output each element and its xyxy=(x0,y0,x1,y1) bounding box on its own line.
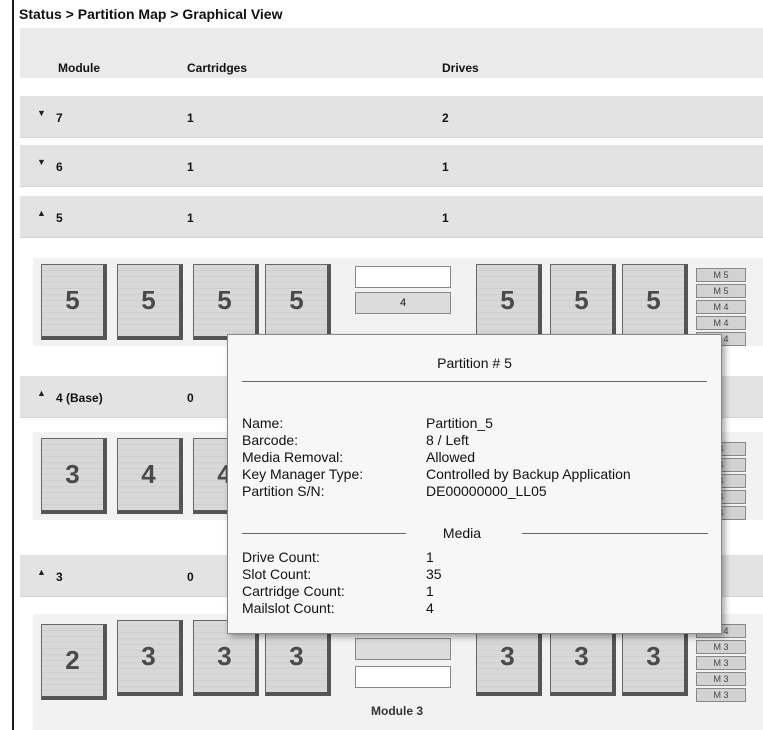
column-cartridges: Cartridges xyxy=(187,61,248,75)
mailslot[interactable]: M 4 xyxy=(696,300,746,314)
magazine[interactable]: 5 xyxy=(550,264,616,340)
magazine[interactable]: 5 xyxy=(193,264,259,340)
magazine[interactable]: 5 xyxy=(117,264,183,340)
module-number: 4 (Base) xyxy=(56,391,103,405)
drives-count: 1 xyxy=(442,160,449,174)
left-frame-border xyxy=(12,0,14,730)
module-row-6[interactable]: ▼ 6 1 1 xyxy=(20,145,763,187)
expand-triangle-icon[interactable]: ▼ xyxy=(37,157,46,167)
module-number: 6 xyxy=(56,160,63,174)
mailslot[interactable]: M 5 xyxy=(696,284,746,298)
magazine[interactable]: 2 xyxy=(41,624,107,700)
collapse-triangle-icon[interactable]: ▲ xyxy=(37,208,46,218)
mailslot[interactable]: M 3 xyxy=(696,688,746,702)
drives-count: 1 xyxy=(442,211,449,225)
magazine[interactable]: 3 xyxy=(117,620,183,696)
cartridges-count: 0 xyxy=(187,570,194,584)
cartridges-count: 1 xyxy=(187,211,194,225)
magazine[interactable]: 4 xyxy=(117,438,183,514)
cartridges-count: 1 xyxy=(187,160,194,174)
drive-slot[interactable] xyxy=(355,638,451,660)
cartridges-count: 1 xyxy=(187,111,194,125)
breadcrumb: Status > Partition Map > Graphical View xyxy=(19,6,283,22)
mailslot[interactable]: M 3 xyxy=(696,640,746,654)
expand-triangle-icon[interactable]: ▼ xyxy=(37,108,46,118)
module-row-7[interactable]: ▼ 7 1 2 xyxy=(20,96,763,138)
module-number: 7 xyxy=(56,111,63,125)
magazine[interactable]: 5 xyxy=(476,264,542,340)
magazine[interactable]: 3 xyxy=(41,438,107,514)
module-row-5[interactable]: ▲ 5 1 1 xyxy=(20,196,763,238)
media-section-title: Media xyxy=(442,525,482,541)
magazine[interactable]: 5 xyxy=(622,264,688,340)
mailslot[interactable]: M 5 xyxy=(696,268,746,282)
cartridges-count: 0 xyxy=(187,391,194,405)
drive-slot[interactable]: 4 xyxy=(355,292,451,314)
module-label: Module 3 xyxy=(371,704,424,718)
module-number: 5 xyxy=(56,211,63,225)
drives-count: 2 xyxy=(442,111,449,125)
mailslot[interactable]: M 3 xyxy=(696,672,746,686)
media-divider-left xyxy=(242,533,406,534)
partition-info-popup: Partition # 5 Name: Partition_5 Barcode:… xyxy=(227,334,722,634)
mailslot[interactable]: M 4 xyxy=(696,316,746,330)
table-header: Module Cartridges Drives xyxy=(20,28,763,78)
column-drives: Drives xyxy=(442,61,479,75)
magazine[interactable]: 5 xyxy=(41,264,107,340)
drive-slot-empty[interactable] xyxy=(355,266,451,288)
magazine[interactable]: 5 xyxy=(265,264,331,340)
media-divider-right xyxy=(522,533,708,534)
popup-divider xyxy=(242,381,707,382)
column-module: Module xyxy=(58,61,100,75)
module-number: 3 xyxy=(56,570,63,584)
drive-slot-empty[interactable] xyxy=(355,666,451,688)
popup-title: Partition # 5 xyxy=(437,355,512,371)
module-5-graphic: 5 5 5 5 4 5 5 5 M 5 M 5 M 4 M 4 M 4 xyxy=(33,258,763,346)
collapse-triangle-icon[interactable]: ▲ xyxy=(37,567,46,577)
mailslot[interactable]: M 3 xyxy=(696,656,746,670)
collapse-triangle-icon[interactable]: ▲ xyxy=(37,388,46,398)
